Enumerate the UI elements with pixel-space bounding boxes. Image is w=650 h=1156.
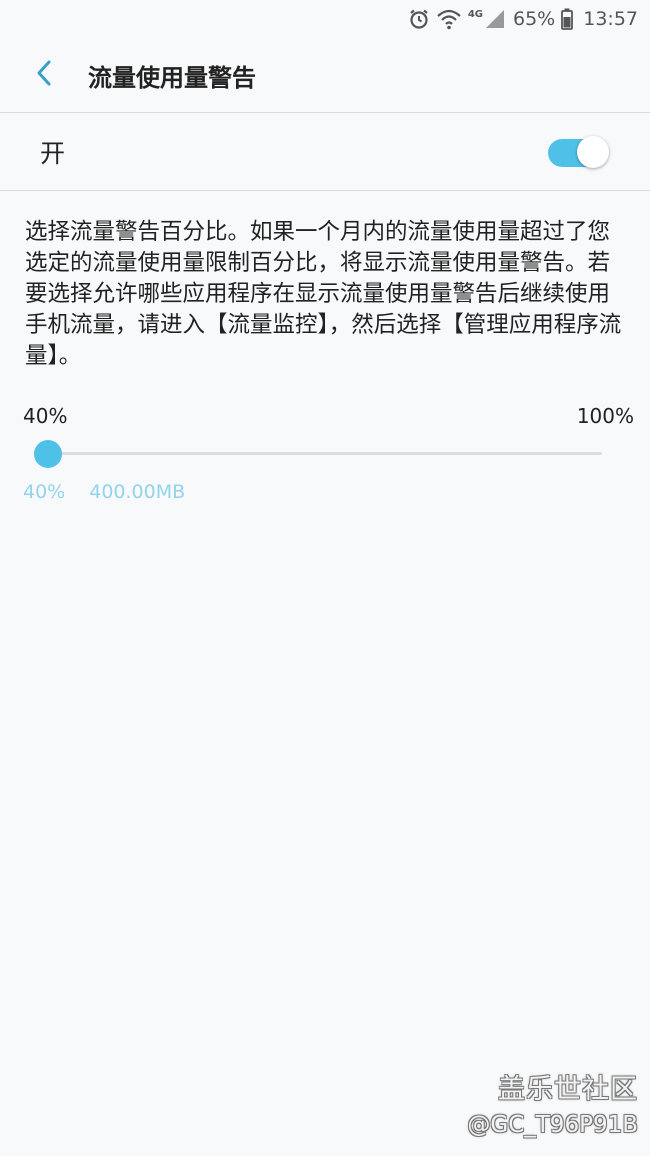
slider-range-labels: 40% 100% [23, 404, 634, 428]
toggle-thumb [577, 136, 609, 168]
master-switch-row[interactable]: 开 [0, 114, 650, 190]
wifi-icon [436, 8, 462, 30]
slider-thumb[interactable] [34, 440, 62, 468]
watermark-user: @GC_T96P91B [467, 1112, 638, 1138]
description-text: 选择流量警告百分比。如果一个月内的流量使用量超过了您选定的流量使用量限制百分比，… [25, 219, 622, 369]
slider-readout: 40% 400.00MB [23, 481, 185, 503]
battery-percent: 65% [513, 8, 556, 30]
slider-max-label: 100% [576, 404, 634, 428]
watermark-brand: 盖乐世社区 [498, 1074, 638, 1105]
app-bar: 流量使用量警告 [0, 38, 650, 112]
battery-icon [561, 8, 574, 30]
current-amount: 400.00MB [89, 481, 186, 503]
slider-min-label: 40% [23, 404, 68, 428]
page-title: 流量使用量警告 [88, 63, 256, 92]
back-button[interactable] [14, 45, 74, 105]
signal-icon [485, 9, 505, 29]
status-bar: 4G 65% 13:57 [0, 0, 650, 38]
switch-label: 开 [40, 139, 66, 168]
clock: 13:57 [583, 8, 638, 30]
warning-percent-slider[interactable] [34, 438, 602, 470]
divider [0, 190, 650, 191]
network-type-label: 4G [467, 8, 483, 20]
divider [0, 112, 650, 113]
slider-rail [34, 452, 602, 455]
current-percent: 40% [23, 481, 66, 503]
watermark: 盖乐世社区 @GC_T96P91B [467, 1067, 638, 1138]
alarm-icon [408, 8, 430, 30]
chevron-left-icon [35, 59, 53, 91]
master-toggle[interactable] [548, 135, 609, 169]
